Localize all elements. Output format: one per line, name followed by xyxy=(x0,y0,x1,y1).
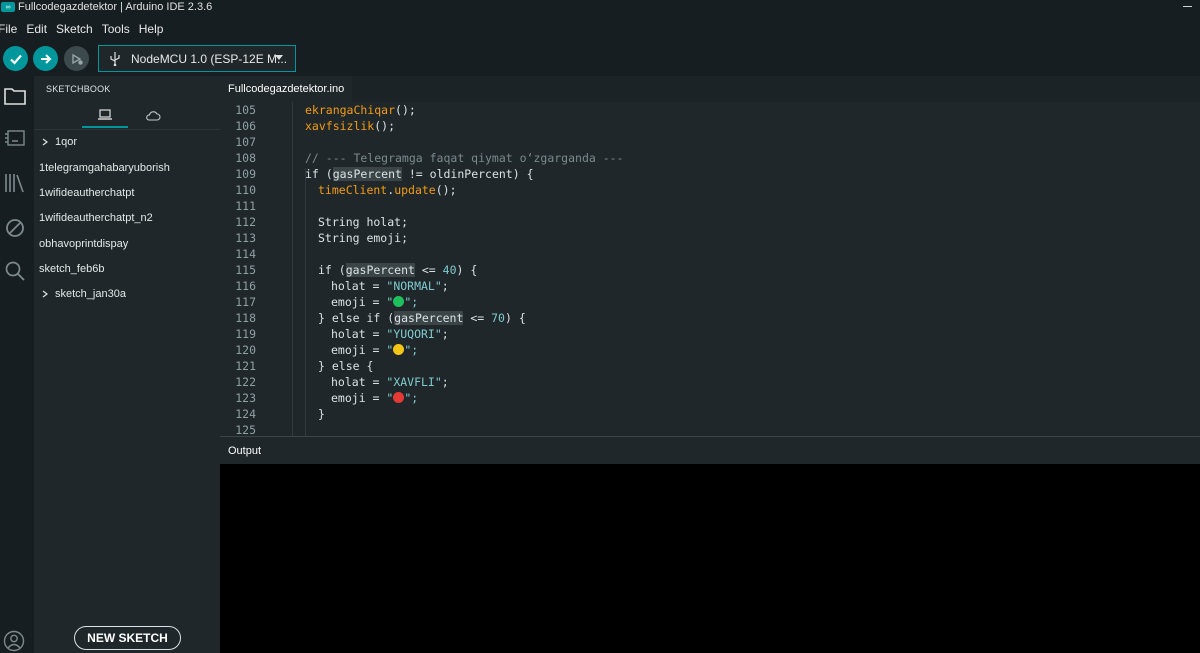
line-number: 120 xyxy=(235,343,256,357)
line-number: 109 xyxy=(235,167,256,181)
menu-help[interactable]: Help xyxy=(139,22,164,36)
line-number: 107 xyxy=(235,135,256,149)
menu-tools[interactable]: Tools xyxy=(102,22,130,36)
code-line: } else { xyxy=(318,359,374,373)
new-sketch-button[interactable]: NEW SKETCH xyxy=(74,626,181,650)
code-line: String emoji; xyxy=(318,231,409,245)
line-number: 114 xyxy=(235,247,256,261)
menu-bar: File Edit Sketch Tools Help xyxy=(0,18,172,40)
account-avatar-icon[interactable] xyxy=(3,630,25,652)
line-number: 110 xyxy=(235,183,256,197)
debug-icon xyxy=(71,53,83,65)
code-line: timeClient.update(); xyxy=(318,183,457,197)
line-number: 113 xyxy=(235,231,256,245)
sketch-item[interactable]: obhavoprintdispay xyxy=(39,238,128,250)
activity-bar xyxy=(0,76,34,653)
minimize-button[interactable] xyxy=(1183,6,1192,7)
sketch-item[interactable]: sketch_feb6b xyxy=(39,263,104,275)
line-number: 108 xyxy=(235,151,256,165)
code-line: if (gasPercent != oldinPercent) { xyxy=(305,167,534,181)
list-item: 1qor xyxy=(55,136,78,148)
line-number: 118 xyxy=(235,311,256,325)
sketch-item[interactable]: 1wifideautherchatpt_n2 xyxy=(39,212,153,224)
verify-button[interactable] xyxy=(3,46,28,71)
usb-icon xyxy=(110,51,120,66)
sketchbook-folder-icon[interactable] xyxy=(3,84,27,108)
debug-panel-icon[interactable] xyxy=(3,216,27,240)
title-bar: ∞ Fullcodegazdetektor | Arduino IDE 2.3.… xyxy=(0,0,1200,14)
sidebar-title: SKETCHBOOK xyxy=(46,84,111,94)
line-number: 117 xyxy=(235,295,256,309)
code-line: ekrangaChiqar(); xyxy=(305,103,416,117)
arduino-logo-icon: ∞ xyxy=(1,2,15,12)
debug-button[interactable] xyxy=(64,46,89,71)
line-number: 116 xyxy=(235,279,256,293)
list-item: sketch_jan30a xyxy=(55,288,126,300)
line-number: 106 xyxy=(235,119,256,133)
code-line: } xyxy=(318,407,325,421)
menu-file[interactable]: File xyxy=(0,22,17,36)
chevron-right-icon xyxy=(42,290,48,298)
window-title: Fullcodegazdetektor | Arduino IDE 2.3.6 xyxy=(18,1,213,13)
code-line: if (gasPercent <= 40) { xyxy=(318,263,478,277)
sidebar-divider xyxy=(34,129,220,130)
tab-fullcodegazdetektor[interactable]: Fullcodegazdetektor.ino xyxy=(220,76,353,102)
code-line: xavfsizlik(); xyxy=(305,119,396,133)
boards-manager-icon[interactable] xyxy=(3,126,27,150)
list-item: 1wifideautherchatpt xyxy=(39,187,135,199)
list-item: 1wifideautherchatpt_n2 xyxy=(39,212,153,224)
chevron-right-icon xyxy=(42,138,48,146)
board-selector[interactable]: NodeMCU 1.0 (ESP-12E M... xyxy=(98,45,296,72)
sketch-folder-jan30a[interactable]: sketch_jan30a xyxy=(39,288,126,300)
line-number: 111 xyxy=(235,199,256,213)
code-line: String holat; xyxy=(318,215,409,229)
menu-sketch[interactable]: Sketch xyxy=(56,22,93,36)
line-number: 121 xyxy=(235,359,256,373)
library-manager-icon[interactable] xyxy=(3,171,27,195)
code-line: emoji = " "; xyxy=(331,391,419,405)
check-icon xyxy=(9,54,22,65)
laptop-icon xyxy=(98,109,112,120)
output-panel-header: Output xyxy=(220,437,1200,464)
line-number: 124 xyxy=(235,407,256,421)
code-line: holat = "YUQORI"; xyxy=(331,327,449,341)
tab-cloud-sketchbook[interactable] xyxy=(142,104,164,128)
sketchbook-sidebar: SKETCHBOOK 1qor 1telegramgahabaryuborish… xyxy=(34,76,220,653)
line-number: 123 xyxy=(235,391,256,405)
red-circle-emoji-icon xyxy=(393,392,405,403)
arrow-right-icon xyxy=(40,53,51,64)
editor-tab-bar: Fullcodegazdetektor.ino xyxy=(220,76,1200,102)
code-line: emoji = " "; xyxy=(331,343,419,357)
sketch-item[interactable]: 1telegramgahabaryuborish xyxy=(39,162,170,174)
code-comment: // --- Telegramga faqat qiymat o‘zgargan… xyxy=(305,151,624,165)
toolbar: NodeMCU 1.0 (ESP-12E M... xyxy=(0,42,1200,76)
line-number: 115 xyxy=(235,263,256,277)
board-name: NodeMCU 1.0 (ESP-12E M... xyxy=(131,51,288,66)
upload-button[interactable] xyxy=(33,46,58,71)
yellow-circle-emoji-icon xyxy=(393,344,405,355)
code-editor[interactable]: 105 ekrangaChiqar(); 106 xavfsizlik(); 107… xyxy=(220,102,1200,436)
code-line: } else if (gasPercent <= 70) { xyxy=(318,311,526,325)
search-icon[interactable] xyxy=(3,259,27,283)
line-number: 119 xyxy=(235,327,256,341)
line-number: 125 xyxy=(235,423,256,436)
chevron-down-icon xyxy=(275,55,283,60)
list-item: sketch_feb6b xyxy=(39,263,105,275)
list-item: obhavoprintdispay xyxy=(39,238,129,250)
code-line: holat = "XAVFLI"; xyxy=(331,375,449,389)
tab-local-sketchbook[interactable] xyxy=(82,104,128,128)
code-line: emoji = " "; xyxy=(331,295,419,309)
cloud-icon xyxy=(146,111,161,121)
sketch-item[interactable]: 1wifideautherchatpt xyxy=(39,187,134,199)
code-line: holat = "NORMAL"; xyxy=(331,279,449,293)
output-title: Output xyxy=(228,445,262,457)
line-number: 122 xyxy=(235,375,256,389)
green-circle-emoji-icon xyxy=(393,296,405,307)
line-number: 105 xyxy=(235,103,256,117)
sketch-folder-1qor[interactable]: 1qor xyxy=(39,136,77,148)
output-console[interactable] xyxy=(220,464,1200,653)
list-item: 1telegramgahabaryuborish xyxy=(39,162,170,174)
line-number: 112 xyxy=(235,215,256,229)
menu-edit[interactable]: Edit xyxy=(26,22,47,36)
